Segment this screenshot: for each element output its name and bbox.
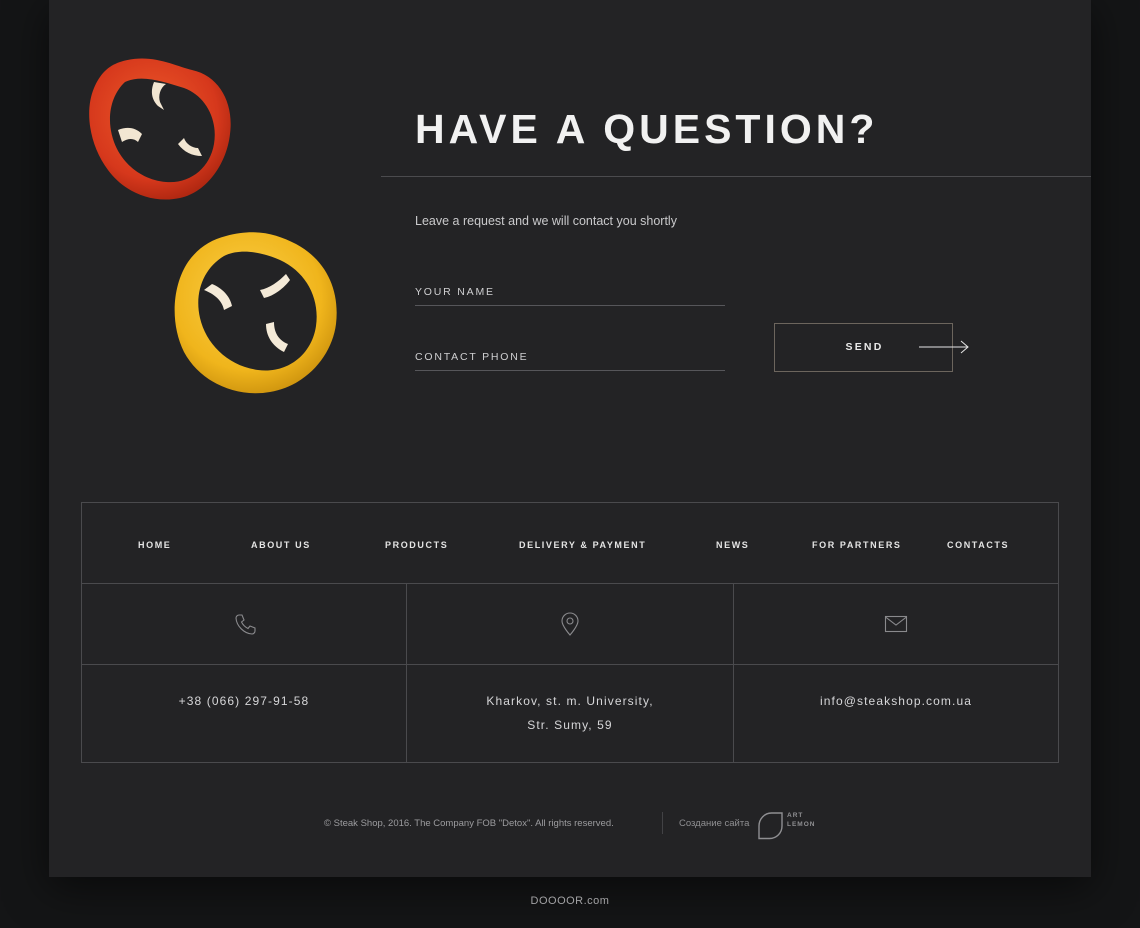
location-pin-icon (561, 612, 579, 636)
developer-logo-icon[interactable] (756, 810, 786, 840)
red-pepper-slice-image (89, 58, 231, 200)
copyright-divider (662, 812, 663, 834)
name-input[interactable] (415, 278, 725, 306)
footer-divider (406, 583, 407, 763)
footer-divider (81, 664, 1059, 665)
footer-nav-for-partners[interactable]: FOR PARTNERS (812, 540, 902, 550)
phone-input[interactable] (415, 343, 725, 371)
developer-name-line2: LEMON (787, 821, 816, 828)
footer-nav-products[interactable]: PRODUCTS (385, 540, 448, 550)
site-watermark: DOOOOR.com (530, 895, 610, 907)
title-divider (381, 176, 1091, 177)
developer-name-line1: ART (787, 812, 804, 819)
contact-email[interactable]: info@steakshop.com.ua (734, 694, 1058, 708)
copyright-text: © Steak Shop, 2016. The Company FOB "Det… (324, 818, 614, 829)
phone-icon (235, 614, 256, 635)
yellow-pepper-slice-image (174, 232, 337, 394)
footer-divider (81, 583, 1059, 584)
form-lead-text: Leave a request and we will contact you … (415, 214, 677, 228)
footer-nav-news[interactable]: NEWS (716, 540, 749, 550)
footer-nav-home[interactable]: HOME (138, 540, 171, 550)
made-by-label: Создание сайта (679, 818, 750, 829)
contact-address-line2: Str. Sumy, 59 (527, 718, 613, 732)
page-title: HAVE A QUESTION? (415, 106, 879, 152)
footer-nav-about-us[interactable]: ABOUT US (251, 540, 311, 550)
envelope-icon (884, 615, 908, 633)
footer-divider (733, 583, 734, 763)
arrow-right-icon (919, 340, 969, 354)
footer-nav-delivery-payment[interactable]: DELIVERY & PAYMENT (519, 540, 646, 550)
contact-phone-number[interactable]: +38 (066) 297-91-58 (82, 694, 406, 708)
contact-address-line1: Kharkov, st. m. University, (486, 694, 654, 708)
footer-nav-contacts[interactable]: CONTACTS (947, 540, 1009, 550)
